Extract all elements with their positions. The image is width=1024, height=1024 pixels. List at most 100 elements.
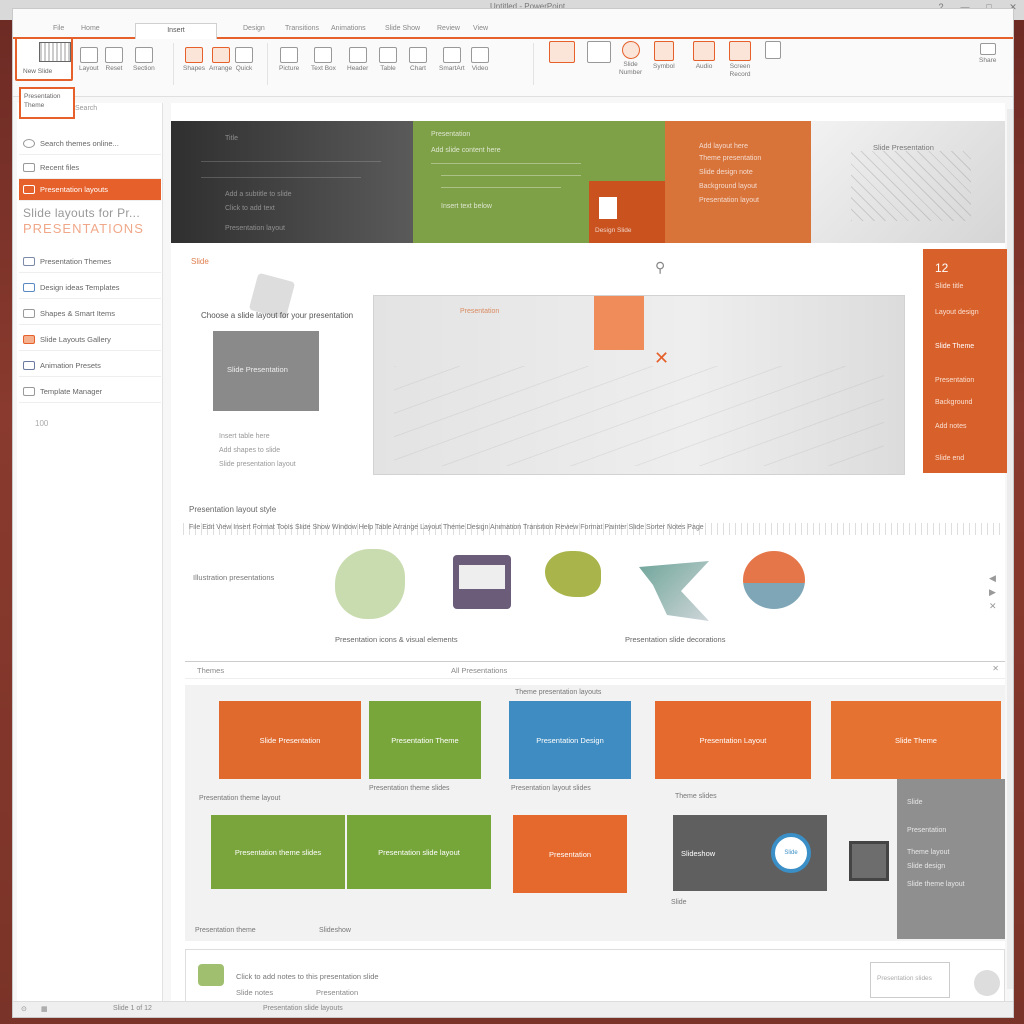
pane-item-layouts[interactable]: Presentation layouts (19, 179, 161, 201)
panel-line: Presentation (935, 377, 975, 384)
tab-insert[interactable]: Insert (135, 23, 217, 39)
chart-label: Chart (410, 65, 426, 72)
slide-number-label: Slide Number (619, 61, 643, 76)
pane-item-recent[interactable]: Recent files (19, 157, 161, 179)
video-icon (471, 47, 489, 63)
chart-button[interactable]: Chart (409, 47, 427, 73)
lemon-illustration[interactable] (545, 551, 601, 597)
theme-card[interactable]: Presentation Theme (369, 701, 481, 779)
pane-list-item[interactable]: Animation Presets (19, 355, 161, 377)
grid-icon[interactable]: ▦ (41, 1005, 48, 1013)
pane-list-item[interactable]: Design ideas Templates (19, 277, 161, 299)
design-slide-label: Design Slide (595, 227, 632, 234)
theme-card[interactable]: Presentation slide layout (347, 815, 491, 889)
screen-record-button[interactable]: Screen Record (729, 41, 751, 79)
zoom-value: 100 (35, 419, 49, 428)
theme-card[interactable]: Slideshow Slide (673, 815, 827, 891)
arrange-button[interactable]: Arrange (209, 47, 232, 73)
banner-dark-slide[interactable]: Title Add a subtitle to slide Click to a… (171, 121, 413, 243)
smartart-button[interactable]: SmartArt (439, 47, 465, 73)
leaf-illustration[interactable] (335, 549, 405, 619)
status-text: Presentation slide layouts (263, 1005, 343, 1012)
banner-dark-title: Title (225, 135, 238, 142)
shapes-button[interactable]: Shapes (183, 47, 205, 73)
id-card-illustration[interactable] (453, 555, 511, 609)
close-icon[interactable]: ✕ (989, 599, 997, 613)
banner-orange-line: Presentation layout (699, 197, 759, 204)
theme-card[interactable]: Presentation theme slides (211, 815, 345, 889)
banner-photo-slide[interactable]: Slide Presentation (811, 121, 1005, 243)
quick-styles-button[interactable]: Quick (235, 47, 253, 73)
slide-number-button[interactable] (549, 41, 575, 63)
close-icon[interactable]: ✕ (992, 664, 999, 673)
theme-card[interactable]: Slide Theme (831, 701, 1001, 779)
theme-card[interactable]: Presentation Layout (655, 701, 811, 779)
layout-button[interactable]: Layout (79, 47, 99, 73)
pane-item-search-online[interactable]: Search themes online... (19, 133, 161, 155)
pane-list-item[interactable]: Template Manager (19, 381, 161, 403)
theme-card-label: Presentation (548, 849, 592, 859)
theme-card[interactable]: Presentation Design (509, 701, 631, 779)
tab-file[interactable]: File (53, 25, 64, 32)
illustrations-row: Illustration presentations Presentation … (185, 541, 1005, 661)
scroll-arrows[interactable]: ◀ ▶ ✕ (989, 571, 997, 613)
shapes-icon (23, 309, 35, 318)
pane-search[interactable]: Search (75, 105, 97, 112)
pane-list-item[interactable]: Shapes & Smart Items (19, 303, 161, 325)
tab-review[interactable]: Review (437, 25, 460, 32)
slide-editing-canvas[interactable]: Presentation ✕ (373, 295, 905, 475)
gallery-icon (23, 335, 35, 344)
banner-orange-slide[interactable]: Add layout here Theme presentation Slide… (665, 121, 811, 243)
symbol-group[interactable]: Symbol (653, 41, 675, 71)
orange-shape[interactable] (594, 296, 644, 350)
tab-view[interactable]: View (473, 25, 488, 32)
details-line: Presentation (907, 827, 947, 834)
audio-button[interactable]: Audio (693, 41, 715, 71)
design-slide-card[interactable]: Design Slide (589, 181, 665, 243)
header-button[interactable]: Header (347, 47, 368, 73)
smartart-icon (442, 47, 461, 63)
slide-pane: Presentation Theme Search Search themes … (17, 87, 163, 1007)
picture-label: Picture (279, 65, 300, 72)
section-button[interactable]: Section (133, 47, 155, 73)
reset-button[interactable]: Reset (105, 47, 123, 73)
pane-list-item[interactable]: Presentation Themes (19, 251, 161, 273)
new-slide-button[interactable]: New Slide (15, 37, 73, 81)
format-toolbar[interactable]: File Edit View Insert Format Tools Slide… (189, 524, 1009, 531)
smartart-label: SmartArt (439, 65, 465, 72)
hat-illustration[interactable] (743, 551, 805, 609)
plant-illustration[interactable] (639, 561, 709, 621)
table-button[interactable]: Table (379, 47, 397, 73)
pane-list-item[interactable]: Slide Layouts Gallery (19, 329, 161, 351)
symbol-button[interactable] (587, 41, 611, 63)
video-button[interactable]: Video (471, 47, 489, 73)
share-button[interactable]: Share (979, 43, 996, 65)
record-icon[interactable] (974, 970, 1000, 996)
document-icon[interactable] (849, 841, 889, 881)
grey-slide-card[interactable]: Slide Presentation (213, 331, 319, 411)
arrow-icon: ✕ (654, 348, 670, 368)
vertical-scrollbar[interactable] (1007, 109, 1013, 989)
theme-card-label: Slide Presentation (259, 735, 321, 745)
theme-card[interactable]: Slide Presentation (219, 701, 361, 779)
tab-home[interactable]: Home (81, 25, 100, 32)
slide-number-group[interactable]: Slide Number (619, 41, 642, 77)
tab-animations[interactable]: Animations (331, 25, 366, 32)
tab-design[interactable]: Design (243, 25, 265, 32)
theme-caption: Presentation theme layout (199, 795, 281, 802)
theme-card[interactable]: Presentation (513, 815, 627, 893)
notes-preview-box[interactable]: Presentation slides (870, 962, 950, 998)
banner-green-subtitle: Add slide content here (431, 147, 501, 154)
textbox-button[interactable]: Text Box (311, 47, 336, 73)
tab-slideshow[interactable]: Slide Show (385, 25, 420, 32)
format-panel[interactable]: 12 Slide title Layout design Slide Theme… (923, 249, 1011, 473)
picture-button[interactable]: Picture (279, 47, 299, 73)
tab-transitions[interactable]: Transitions (285, 25, 319, 32)
scroll-right-icon[interactable]: ▶ (989, 585, 997, 599)
fit-icon[interactable]: ⊙ (21, 1005, 27, 1013)
notes-bar[interactable]: Click to add notes to this presentation … (185, 949, 1005, 1003)
scroll-left-icon[interactable]: ◀ (989, 571, 997, 585)
theme-details-panel[interactable]: Slide Presentation Theme layout Slide de… (897, 779, 1005, 939)
more-button[interactable] (765, 41, 781, 59)
theme-card-label: Presentation slide layout (378, 847, 460, 857)
